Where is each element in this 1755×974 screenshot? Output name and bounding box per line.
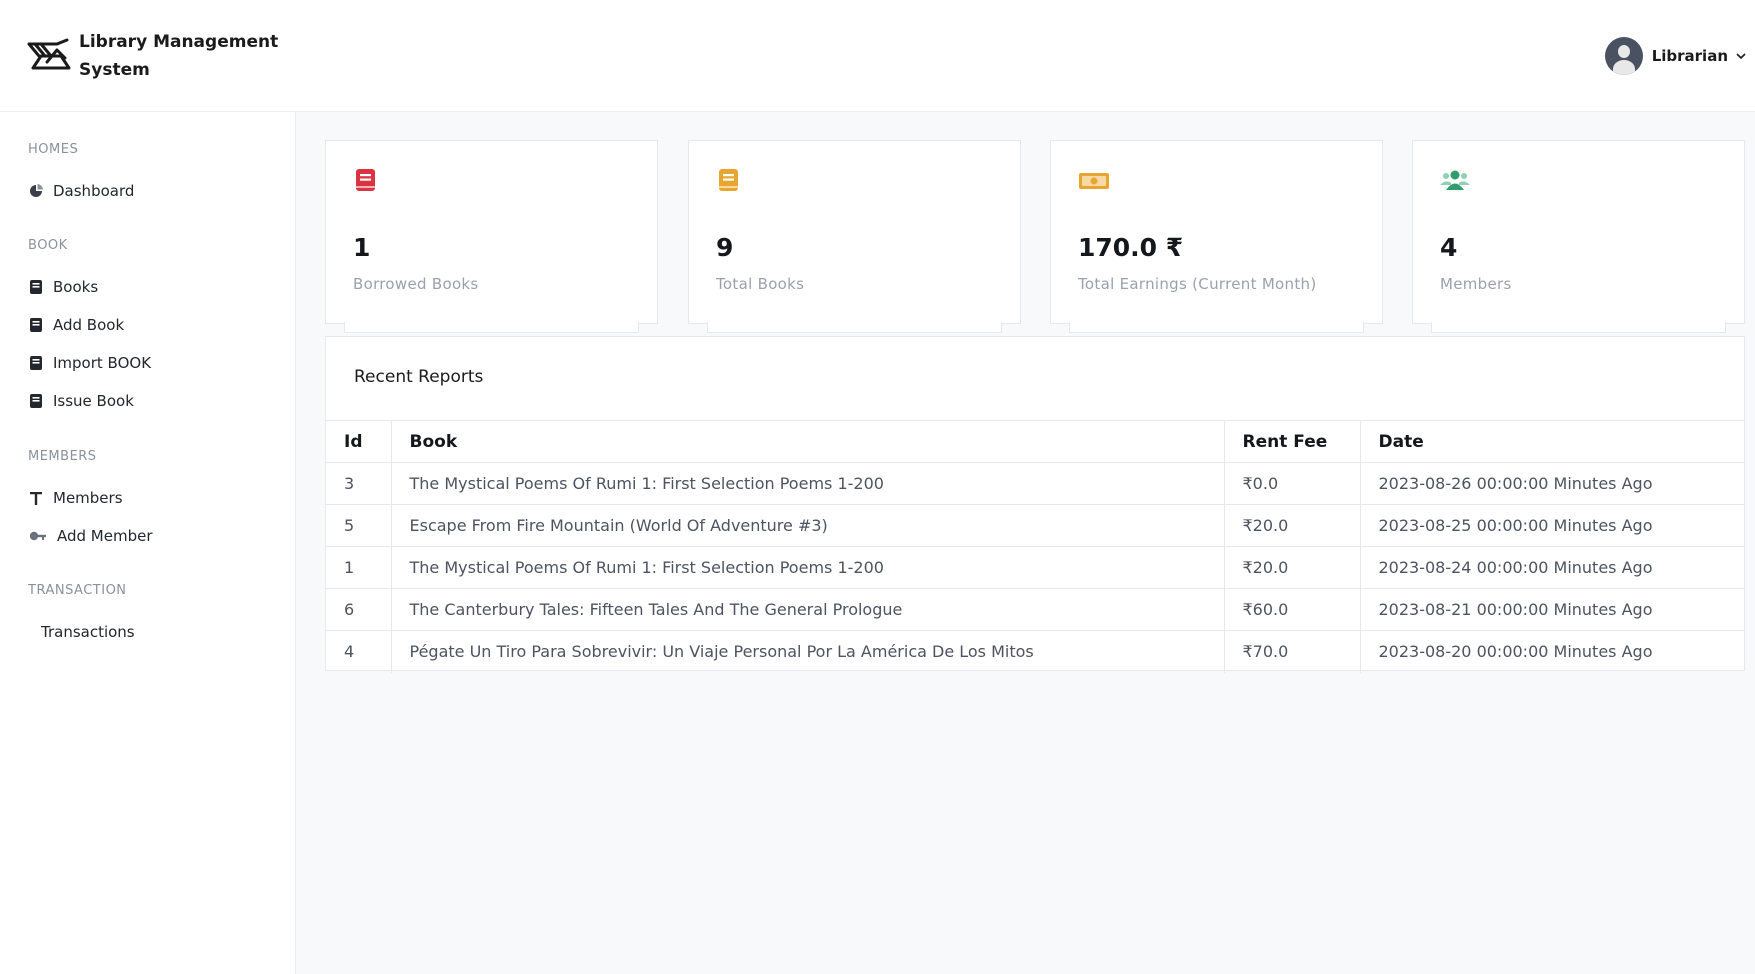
book-icon [28,355,44,371]
cell-book: Escape From Fire Mountain (World Of Adve… [390,504,1224,547]
stat-value: 170.0 ₹ [1078,233,1184,262]
cell-book: The Mystical Poems Of Rumi 1: First Sele… [390,546,1224,589]
stat-card-total-earnings: 170.0 ₹ Total Earnings (Current Month) [1050,140,1383,333]
column-header-date[interactable]: Date [1359,420,1744,463]
cell-rent-fee: ₹20.0 [1223,546,1360,589]
table-row[interactable]: 1 The Mystical Poems Of Rumi 1: First Se… [326,546,1744,589]
sidebar-section-book: BOOK [28,238,68,253]
cell-date: 2023-08-24 00:00:00 Minutes Ago [1359,546,1744,589]
cell-date: 2023-08-21 00:00:00 Minutes Ago [1359,588,1744,631]
cell-date: 2023-08-26 00:00:00 Minutes Ago [1359,462,1744,505]
stat-label: Members [1440,275,1512,293]
pie-chart-icon [28,183,44,199]
cell-rent-fee: ₹60.0 [1223,588,1360,631]
column-header-rent-fee[interactable]: Rent Fee [1223,420,1360,463]
cell-id: 6 [326,588,391,631]
cell-rent-fee: ₹20.0 [1223,504,1360,547]
book-icon [28,393,44,409]
book-icon [719,169,738,191]
book-icon [356,169,375,191]
money-icon [1079,173,1109,189]
sidebar-item-import-book[interactable]: Import BOOK [28,350,151,376]
sidebar-item-label: Import BOOK [53,354,152,372]
stat-label: Borrowed Books [353,275,479,293]
sidebar-item-add-book[interactable]: Add Book [28,312,124,338]
sidebar-item-transactions[interactable]: Transactions [41,619,135,645]
stat-label: Total Books [716,275,805,293]
sidebar: HOMES Dashboard BOOK Books Add Book Impo… [0,112,296,974]
stat-card-borrowed-books: 1 Borrowed Books [325,140,658,333]
sidebar-item-issue-book[interactable]: Issue Book [28,388,134,414]
recent-reports-title: Recent Reports [354,367,484,387]
table-row[interactable]: 4 Pégate Un Tiro Para Sobrevivir: Un Via… [326,630,1744,673]
cell-book: The Mystical Poems Of Rumi 1: First Sele… [390,462,1224,505]
sidebar-item-dashboard[interactable]: Dashboard [28,178,134,204]
cell-id: 3 [326,462,391,505]
cell-id: 1 [326,546,391,589]
sidebar-section-homes: HOMES [28,142,79,157]
cell-date: 2023-08-20 00:00:00 Minutes Ago [1359,630,1744,673]
app-title[interactable]: Library Management System [79,28,278,84]
book-icon [28,279,44,295]
app-title-line2: System [79,60,150,80]
text-icon [28,490,44,506]
cell-date: 2023-08-25 00:00:00 Minutes Ago [1359,504,1744,547]
users-icon [1440,170,1470,190]
app-title-line1: Library Management [79,32,279,52]
cell-rent-fee: ₹0.0 [1223,462,1360,505]
library-logo-icon[interactable] [27,38,73,74]
sidebar-item-label: Add Member [57,527,153,545]
cell-book: The Canterbury Tales: Fifteen Tales And … [390,588,1224,631]
stat-value: 4 [1440,233,1458,262]
sidebar-item-members[interactable]: Members [28,485,123,511]
cell-rent-fee: ₹70.0 [1223,630,1360,673]
recent-reports-table: Id Book Rent Fee Date 3 The Mystical Poe… [326,420,1744,673]
sidebar-item-add-member[interactable]: Add Member [28,523,153,549]
top-header: Library Management System Librarian [0,0,1755,112]
sidebar-item-label: Dashboard [53,182,135,200]
book-icon [28,317,44,333]
stat-label: Total Earnings (Current Month) [1078,275,1317,293]
user-name[interactable]: Librarian [1652,47,1728,65]
stat-value: 1 [353,233,371,262]
chevron-down-icon[interactable] [1735,50,1747,62]
user-menu[interactable]: Librarian [1604,37,1747,75]
stat-card-members: 4 Members [1412,140,1745,333]
table-row[interactable]: 3 The Mystical Poems Of Rumi 1: First Se… [326,462,1744,505]
cell-id: 4 [326,630,391,673]
table-row[interactable]: 6 The Canterbury Tales: Fifteen Tales An… [326,588,1744,631]
column-header-book[interactable]: Book [390,420,1224,463]
stat-card-total-books: 9 Total Books [688,140,1021,333]
table-row[interactable]: 5 Escape From Fire Mountain (World Of Ad… [326,504,1744,547]
sidebar-item-label: Transactions [41,623,135,641]
key-icon [28,528,48,544]
sidebar-item-books[interactable]: Books [28,274,98,300]
cell-book: Pégate Un Tiro Para Sobrevivir: Un Viaje… [390,630,1224,673]
sidebar-item-label: Books [53,278,99,296]
sidebar-section-transaction: TRANSACTION [28,583,127,598]
table-header-row: Id Book Rent Fee Date [326,420,1744,463]
sidebar-item-label: Members [53,489,123,507]
stat-value: 9 [716,233,734,262]
sidebar-item-label: Add Book [53,316,125,334]
recent-reports-panel: Recent Reports Id Book Rent Fee Date 3 T… [325,336,1745,673]
avatar[interactable] [1604,37,1643,75]
column-header-id[interactable]: Id [326,420,391,463]
sidebar-section-members: MEMBERS [28,449,97,464]
cell-id: 5 [326,504,391,547]
sidebar-item-label: Issue Book [53,392,134,410]
